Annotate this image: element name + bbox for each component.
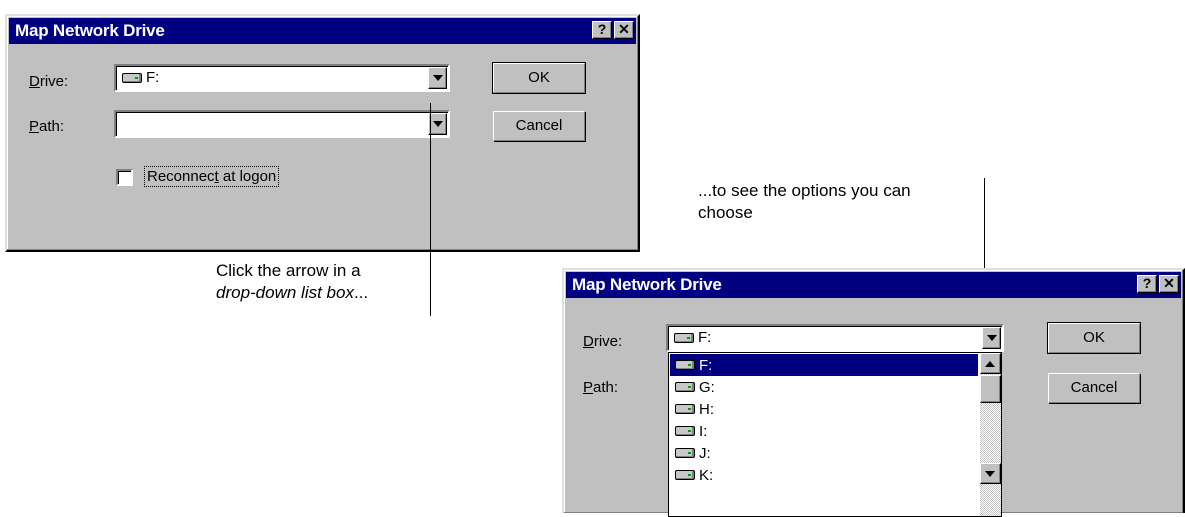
- scroll-up-button[interactable]: [980, 353, 1001, 374]
- drive-label: Drive:: [29, 73, 69, 90]
- list-scrollbar[interactable]: [980, 353, 1001, 516]
- chevron-down-icon: [985, 471, 995, 477]
- path-label: Path:: [29, 118, 65, 135]
- drive-combobox[interactable]: F:: [114, 64, 450, 92]
- scroll-down-button[interactable]: [980, 463, 1001, 484]
- path-label: Path:: [583, 379, 619, 396]
- cancel-button[interactable]: Cancel: [1048, 373, 1140, 403]
- title-bar: Map Network Drive ? ✕: [9, 18, 636, 44]
- drive-dropdown-button[interactable]: [428, 67, 447, 89]
- network-drive-icon: [675, 470, 695, 480]
- annotation-see-options: ...to see the options you can choose: [698, 181, 911, 222]
- drive-combobox[interactable]: F:: [666, 324, 1004, 352]
- scroll-thumb[interactable]: [980, 375, 1001, 403]
- path-combobox[interactable]: [114, 110, 450, 138]
- network-drive-icon: [675, 360, 695, 370]
- list-item-k[interactable]: K:: [670, 464, 978, 486]
- map-network-drive-dialog: Map Network Drive ? ✕ Drive: F: Path: Re…: [5, 14, 640, 252]
- title-bar: Map Network Drive ? ✕: [566, 272, 1181, 298]
- close-icon[interactable]: ✕: [1159, 275, 1179, 293]
- help-icon[interactable]: ?: [1137, 275, 1157, 293]
- callout-line: [430, 103, 431, 316]
- list-item-f[interactable]: F:: [670, 354, 978, 376]
- chevron-down-icon: [987, 335, 997, 341]
- network-drive-icon: [674, 332, 694, 343]
- drive-value: F:: [674, 329, 711, 346]
- list-item-g[interactable]: G:: [670, 376, 978, 398]
- drive-dropdown-list[interactable]: F: G: H: I: J: K:: [668, 352, 1002, 517]
- network-drive-icon: [675, 382, 695, 392]
- map-network-drive-dialog: Map Network Drive ? ✕ Drive: F: Path: F:…: [562, 268, 1185, 517]
- close-icon[interactable]: ✕: [614, 21, 634, 39]
- drive-dropdown-button[interactable]: [982, 327, 1001, 349]
- ok-button[interactable]: OK: [492, 62, 586, 94]
- chevron-down-icon: [433, 121, 443, 127]
- network-drive-icon: [675, 448, 695, 458]
- network-drive-icon: [675, 426, 695, 436]
- drive-value: F:: [122, 69, 159, 86]
- ok-button[interactable]: OK: [1047, 322, 1141, 354]
- cancel-button[interactable]: Cancel: [493, 111, 585, 141]
- network-drive-icon: [675, 404, 695, 414]
- annotation-click-arrow: Click the arrow in a drop-down list box.…: [216, 261, 369, 302]
- help-icon[interactable]: ?: [592, 21, 612, 39]
- network-drive-icon: [122, 72, 142, 83]
- list-item-j[interactable]: J:: [670, 442, 978, 464]
- chevron-up-icon: [985, 361, 995, 367]
- dialog-title: Map Network Drive: [572, 275, 722, 294]
- list-item-i[interactable]: I:: [670, 420, 978, 442]
- chevron-down-icon: [433, 75, 443, 81]
- dialog-title: Map Network Drive: [15, 21, 165, 40]
- list-item-h[interactable]: H:: [670, 398, 978, 420]
- reconnect-label[interactable]: Reconnect at logon: [143, 166, 280, 187]
- reconnect-checkbox[interactable]: [116, 169, 133, 186]
- drive-label: Drive:: [583, 333, 623, 350]
